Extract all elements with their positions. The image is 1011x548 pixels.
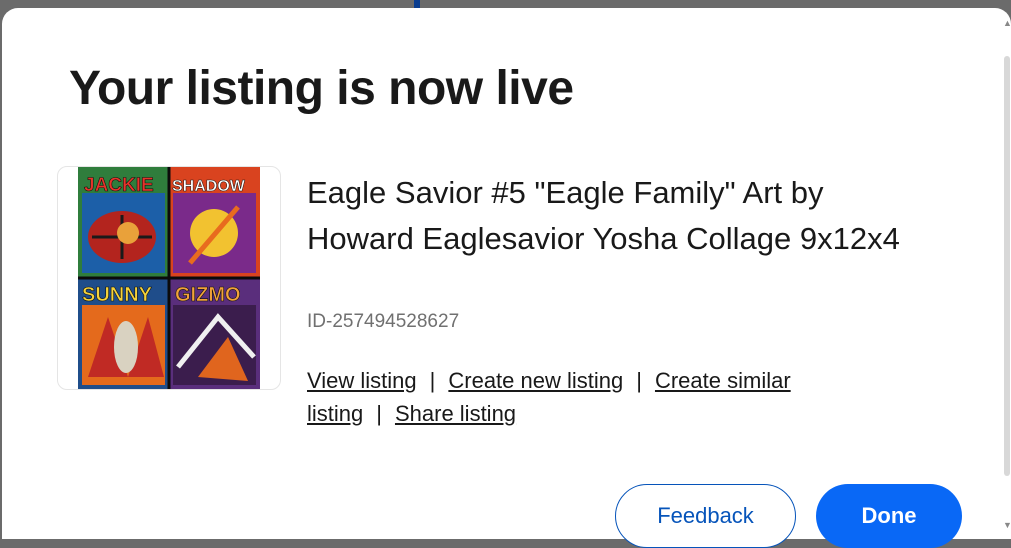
- dialog-title: Your listing is now live: [69, 62, 574, 115]
- feedback-button[interactable]: Feedback: [615, 484, 796, 548]
- thumbnail-label-shadow: SHADOW: [172, 178, 246, 195]
- scroll-up-arrow-icon[interactable]: ▲: [1003, 18, 1011, 28]
- artwork-image: JACKIE SHADOW SUNNY GIZMO: [78, 167, 260, 389]
- backdrop: [414, 0, 420, 8]
- listing-id: ID-257494528627: [307, 311, 460, 332]
- listing-live-dialog: Your listing is now live JACKIE SHADOW S…: [2, 8, 1011, 548]
- view-listing-link[interactable]: View listing: [307, 368, 417, 393]
- link-separator: |: [376, 401, 382, 426]
- thumbnail-label-jackie: JACKIE: [84, 175, 154, 196]
- listing-thumbnail: JACKIE SHADOW SUNNY GIZMO: [57, 166, 281, 390]
- thumbnail-label-gizmo: GIZMO: [175, 284, 241, 306]
- scrollbar-thumb[interactable]: [1004, 56, 1010, 476]
- link-separator: |: [429, 368, 436, 393]
- listing-action-links: View listing | Create new listing | Create s…: [307, 364, 907, 430]
- scrollbar[interactable]: [1003, 20, 1011, 520]
- scroll-down-arrow-icon[interactable]: ▼: [1003, 520, 1011, 530]
- done-button[interactable]: Done: [816, 484, 962, 548]
- listing-title: Eagle Savior #5 "Eagle Family" Art by Ho…: [307, 175, 900, 256]
- share-listing-link[interactable]: Share listing: [395, 401, 516, 426]
- link-separator: |: [636, 368, 642, 393]
- create-new-listing-link[interactable]: Create new listing: [448, 368, 623, 393]
- thumbnail-label-sunny: SUNNY: [82, 284, 153, 306]
